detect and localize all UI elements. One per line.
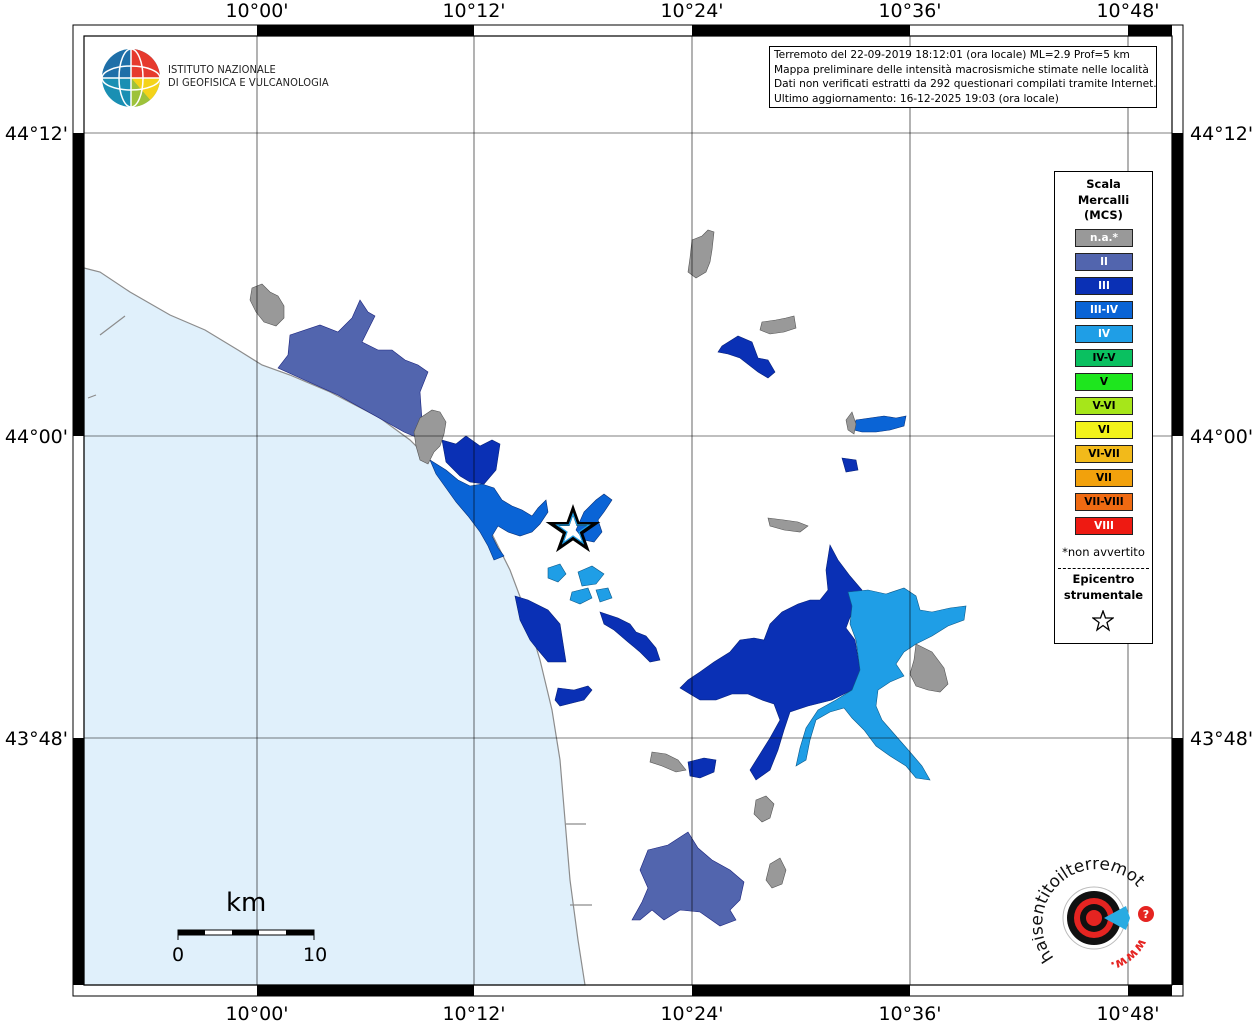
event-info-line2: Mappa preliminare delle intensità macros… xyxy=(774,63,1149,76)
legend-item: III-IV xyxy=(1075,301,1133,319)
legend-epi-line1: Epicentro xyxy=(1072,572,1135,586)
ingv-globe-icon xyxy=(101,48,161,108)
legend-title-line3: (MCS) xyxy=(1084,208,1123,222)
legend-item: II xyxy=(1075,253,1133,271)
lat-label-right-4412: 44°12' xyxy=(1190,123,1253,145)
legend-item: n.a.* xyxy=(1075,229,1133,247)
legend-item: IV-V xyxy=(1075,349,1133,367)
lon-label-top-1036: 10°36' xyxy=(878,0,941,22)
event-info-line1: Terremoto del 22-09-2019 18:12:01 (ora l… xyxy=(774,49,1130,61)
legend-separator xyxy=(1058,568,1149,569)
lon-label-bottom-1012: 10°12' xyxy=(442,1003,505,1024)
hsit-question-mark: ? xyxy=(1143,908,1149,921)
lat-label-right-4400: 44°00' xyxy=(1190,426,1253,448)
legend-item: V-VI xyxy=(1075,397,1133,415)
legend-item: III xyxy=(1075,277,1133,295)
legend-epi-line2: strumentale xyxy=(1063,587,1144,602)
legend-item: V xyxy=(1075,373,1133,391)
scale-end-label: 10 xyxy=(303,944,328,966)
lat-label-left-4400: 44°00' xyxy=(5,426,68,448)
lat-label-left-4412: 44°12' xyxy=(5,123,68,145)
hsit-target-icon: ? haisentitoilterremoto.it www. xyxy=(1027,845,1154,973)
lon-label-top-1000: 10°00' xyxy=(225,0,288,22)
legend-item: VI-VII xyxy=(1075,445,1133,463)
intensity-III-IV-areas xyxy=(429,415,907,561)
legend-title-line2: Mercalli xyxy=(1077,192,1130,207)
legend-star-icon xyxy=(1092,610,1114,632)
event-info-line4: Ultimo aggiornamento: 16-12-2025 19:03 (… xyxy=(774,92,1059,105)
lon-label-bottom-1000: 10°00' xyxy=(225,1003,288,1024)
lat-label-right-4348: 43°48' xyxy=(1190,728,1253,750)
ingv-logo-text: ISTITUTO NAZIONALE DI GEOFISICA E VULCAN… xyxy=(168,63,329,89)
lon-label-top-1012: 10°12' xyxy=(442,0,505,22)
ingv-line1: ISTITUTO NAZIONALE xyxy=(168,63,276,76)
lon-label-bottom-1048: 10°48' xyxy=(1096,1003,1159,1024)
lon-label-bottom-1036: 10°36' xyxy=(878,1003,941,1024)
mcs-legend: Scala Mercalli (MCS) n.a.* II III III-IV IV I… xyxy=(1054,171,1153,644)
lon-label-top-1048: 10°48' xyxy=(1096,0,1159,22)
legend-item: IV xyxy=(1075,325,1133,343)
legend-title: Scala Mercalli (MCS) xyxy=(1055,177,1152,224)
legend-title-line1: Scala xyxy=(1086,177,1121,191)
lon-label-top-1024: 10°24' xyxy=(660,0,723,22)
event-info-line3: Dati non verificati estratti da 292 ques… xyxy=(774,78,1157,91)
legend-item: VII-VIII xyxy=(1075,493,1133,511)
lon-label-bottom-1024: 10°24' xyxy=(660,1003,723,1024)
ingv-logo: ISTITUTO NAZIONALE DI GEOFISICA E VULCAN… xyxy=(100,47,330,109)
hsit-logo: ? haisentitoilterremoto.it www. xyxy=(1027,845,1162,975)
scale-start-label: 0 xyxy=(172,944,185,966)
lat-label-left-4348: 43°48' xyxy=(5,728,68,750)
legend-epicenter-label: Epicentro strumentale xyxy=(1055,572,1152,603)
scale-unit-label: km xyxy=(226,888,267,918)
legend-item: VI xyxy=(1075,421,1133,439)
ingv-line2: DI GEOFISICA E VULCANOLOGIA xyxy=(168,76,329,89)
legend-item: VIII xyxy=(1075,517,1133,535)
legend-note: *non avvertito xyxy=(1062,545,1145,559)
event-info-box: Terremoto del 22-09-2019 18:12:01 (ora l… xyxy=(769,46,1157,108)
legend-item: VII xyxy=(1075,469,1133,487)
